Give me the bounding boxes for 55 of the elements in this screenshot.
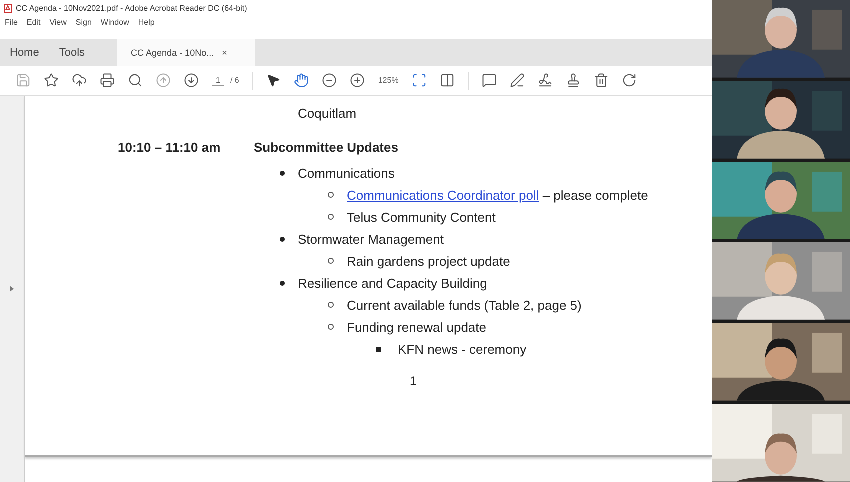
document-text: Coquitlam <box>297 106 358 123</box>
print-icon[interactable] <box>100 73 115 88</box>
item-text: Rain gardens project update <box>347 254 510 268</box>
zoom-dropdown[interactable]: 125% <box>378 76 399 85</box>
bullet-icon <box>280 280 285 286</box>
item-text: Telus Community Content <box>347 210 496 224</box>
zoom-in-icon[interactable] <box>350 73 366 88</box>
item-text: Stormwater Management <box>298 232 444 246</box>
menu-item[interactable]: Sign <box>76 18 92 26</box>
comment-icon[interactable] <box>482 73 497 88</box>
hand-icon[interactable] <box>294 73 310 88</box>
page-number: 1 <box>410 374 417 388</box>
square-bullet-icon <box>376 346 381 352</box>
item-text: KFN news - ceremony <box>398 342 527 356</box>
scroll-mode-icon[interactable] <box>440 73 455 88</box>
page-field[interactable]: 1 <box>212 76 224 86</box>
menu-item[interactable]: Window <box>100 18 130 26</box>
agenda-time: 10:10 – 11:10 am <box>118 140 222 157</box>
star-icon[interactable] <box>44 73 59 88</box>
circle-bullet-icon <box>328 324 334 330</box>
circle-bullet-icon <box>328 214 334 220</box>
upload-icon[interactable] <box>72 73 87 88</box>
item-text: Funding renewal update <box>347 320 486 334</box>
bullet-icon <box>280 236 285 242</box>
menu-item[interactable]: Help <box>138 18 155 26</box>
rotate-icon[interactable] <box>622 73 637 88</box>
window-title: CC Agenda - 10Nov2021.pdf - Adobe Acrobat Reader DC (64-bit) <box>16 4 248 13</box>
menu-item[interactable]: View <box>50 18 67 26</box>
close-tab-button[interactable]: × <box>222 48 228 58</box>
zoom-out-icon[interactable] <box>322 73 338 88</box>
item-text: Communications <box>298 166 395 180</box>
item-text: Current available funds (Table 2, page 5) <box>347 298 582 312</box>
agenda-heading: Subcommittee Updates <box>254 140 398 157</box>
stamp-icon[interactable] <box>566 73 581 88</box>
tab[interactable]: Home <box>0 39 50 66</box>
tab[interactable]: CC Agenda - 10No... × <box>117 39 256 66</box>
fit-page-icon[interactable] <box>412 73 427 88</box>
tab[interactable]: Tools <box>49 39 96 66</box>
menu-item[interactable]: Edit <box>26 18 41 26</box>
pointer-icon[interactable] <box>266 73 282 88</box>
bullet-icon <box>280 170 285 176</box>
expand-arrow-icon[interactable] <box>10 286 14 292</box>
circle-bullet-icon <box>328 192 334 198</box>
pdf-icon <box>4 4 12 13</box>
menu-item[interactable]: File <box>5 18 18 26</box>
sign-icon[interactable] <box>538 73 553 88</box>
page-total: / 6 <box>230 76 240 85</box>
trash-icon[interactable] <box>594 73 609 88</box>
pen-icon[interactable] <box>510 73 525 88</box>
poll-link[interactable]: Communications Coordinator poll <box>347 188 540 202</box>
item-text: – please complete <box>542 188 648 202</box>
circle-bullet-icon <box>328 302 334 308</box>
item-text: Resilience and Capacity Building <box>298 276 488 290</box>
search-icon[interactable] <box>128 73 143 88</box>
circle-bullet-icon <box>328 258 334 264</box>
